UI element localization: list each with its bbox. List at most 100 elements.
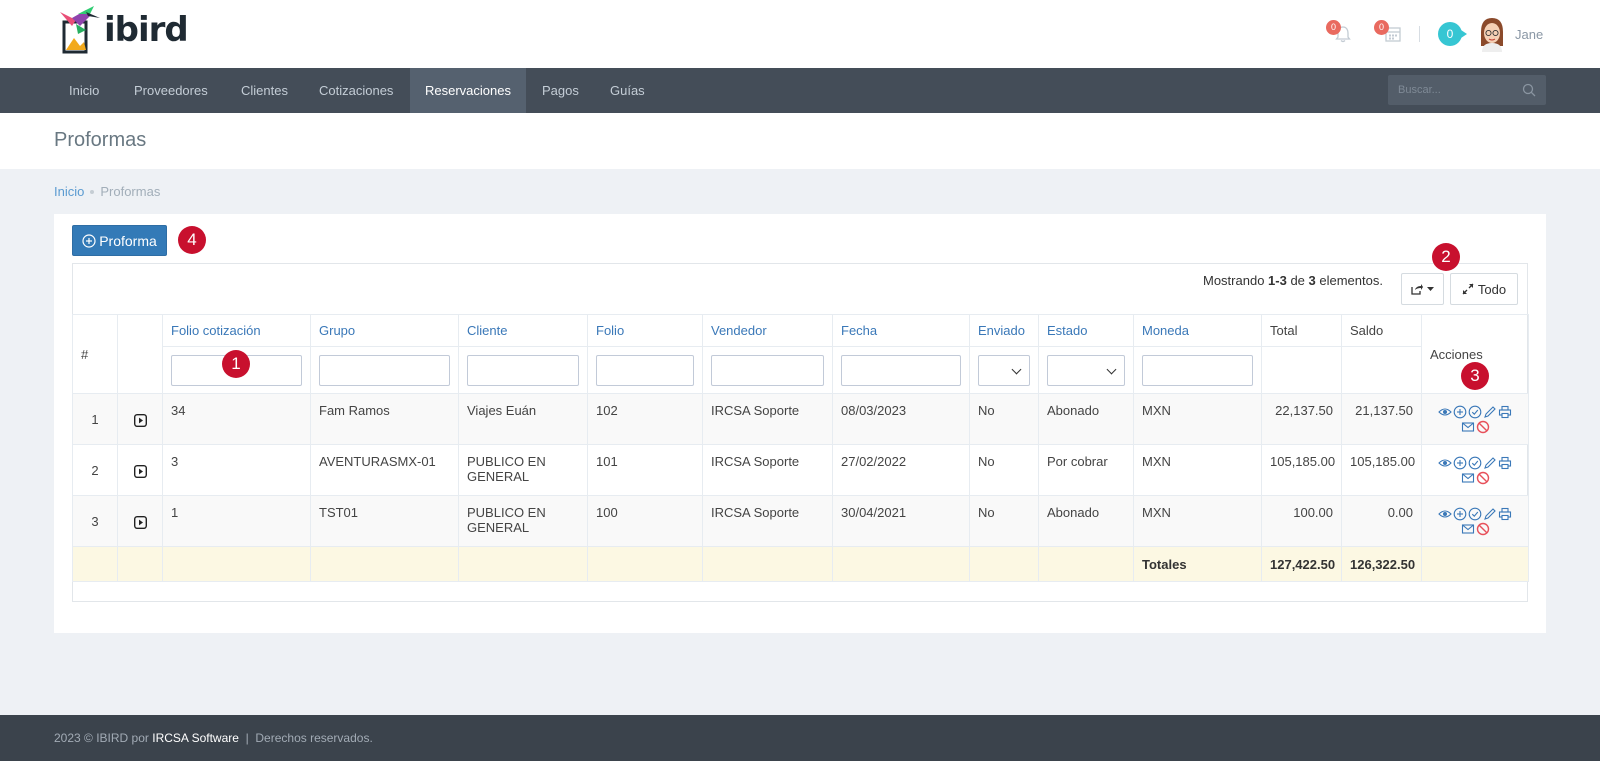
breadcrumb: Inicio Proformas [54, 184, 160, 199]
check-circle-icon[interactable] [1468, 405, 1482, 419]
user-name[interactable]: Jane [1515, 27, 1543, 42]
check-circle-icon[interactable] [1468, 456, 1482, 470]
footer-brand-link[interactable]: IRCSA Software [152, 731, 239, 745]
filter-cell [1133, 346, 1262, 394]
plus-circle-icon[interactable] [1453, 405, 1467, 419]
filter-folio-input[interactable] [596, 354, 694, 386]
col-cliente[interactable]: Cliente [458, 314, 588, 347]
header-row: # Folio cotización Grupo Cliente Folio V… [72, 314, 1529, 394]
col-vendedor[interactable]: Vendedor [702, 314, 833, 347]
totals-saldo: 126,322.50 [1341, 546, 1422, 582]
cell-enviado: No [969, 393, 1039, 445]
totals-cell [832, 546, 970, 582]
messages-badge[interactable]: 0 [1438, 22, 1467, 46]
breadcrumb-inicio[interactable]: Inicio [54, 184, 84, 199]
avatar[interactable] [1477, 16, 1507, 52]
add-proforma-button[interactable]: Proforma [72, 225, 167, 256]
search-icon[interactable] [1522, 83, 1536, 97]
search-input[interactable] [1388, 75, 1508, 105]
totals-cell [587, 546, 703, 582]
col-moneda[interactable]: Moneda [1133, 314, 1262, 347]
pencil-icon[interactable] [1483, 507, 1497, 521]
filter-cliente-input[interactable] [467, 354, 579, 386]
cell-cliente: PUBLICO EN GENERAL [458, 444, 588, 496]
col-grupo[interactable]: Grupo [310, 314, 459, 347]
cell-saldo: 0.00 [1341, 495, 1422, 547]
row-actions [1433, 507, 1517, 536]
filter-cell [1038, 346, 1134, 394]
check-circle-icon[interactable] [1468, 507, 1482, 521]
cell-folio-cot: 34 [162, 393, 311, 445]
eye-icon[interactable] [1438, 507, 1452, 521]
eye-icon[interactable] [1438, 405, 1452, 419]
toggle-all-button[interactable]: Todo [1450, 273, 1518, 305]
plus-circle-icon [82, 233, 96, 248]
expand-row-icon[interactable] [133, 464, 147, 478]
filter-moneda-input[interactable] [1142, 354, 1253, 386]
actions-cell [1421, 495, 1529, 547]
expand-row-icon[interactable] [133, 515, 147, 529]
totals-cell [117, 546, 163, 582]
col-fecha[interactable]: Fecha [832, 314, 970, 347]
page-title-bar: Proformas [0, 113, 1600, 169]
logo[interactable]: ibird [56, 4, 189, 56]
nav-item-inicio[interactable]: Inicio [54, 68, 114, 113]
envelope-icon[interactable] [1461, 420, 1475, 434]
table-row: 2 3 AVENTURASMX-01 PUBLICO EN GENERAL 101 IRC… [72, 444, 1529, 496]
print-icon[interactable] [1498, 507, 1512, 521]
envelope-icon[interactable] [1461, 471, 1475, 485]
totals-cell [1038, 546, 1134, 582]
pencil-icon[interactable] [1483, 405, 1497, 419]
nav-item-reservaciones[interactable]: Reservaciones [410, 68, 526, 113]
nav-item-pagos[interactable]: Pagos [527, 68, 594, 113]
cell-grupo: TST01 [310, 495, 459, 547]
cell-folio: 100 [587, 495, 703, 547]
col-folio[interactable]: Folio [587, 314, 703, 347]
ban-icon[interactable] [1476, 471, 1490, 485]
col-total: Total [1261, 314, 1342, 347]
print-icon[interactable] [1498, 405, 1512, 419]
cell-estado: Por cobrar [1038, 444, 1134, 496]
pencil-icon[interactable] [1483, 456, 1497, 470]
ban-icon[interactable] [1476, 522, 1490, 536]
hummingbird-logo-icon [60, 6, 100, 54]
filter-cell [832, 346, 970, 394]
expand-row-icon[interactable] [133, 413, 147, 427]
col-saldo: Saldo [1341, 314, 1422, 347]
filter-estado-select[interactable] [1047, 354, 1125, 386]
cell-folio-cot: 3 [162, 444, 311, 496]
step-marker-4: 4 [178, 226, 206, 254]
filter-fecha-input[interactable] [841, 354, 961, 386]
nav-item-guias[interactable]: Guías [595, 68, 660, 113]
ban-icon[interactable] [1476, 420, 1490, 434]
cell-saldo: 105,185.00 [1341, 444, 1422, 496]
toggle-all-label: Todo [1477, 281, 1507, 297]
breadcrumb-current: Proformas [100, 184, 161, 199]
filter-grupo-input[interactable] [319, 354, 450, 386]
print-icon[interactable] [1498, 456, 1512, 470]
filter-vendedor-input[interactable] [711, 354, 824, 386]
nav-item-cotizaciones[interactable]: Cotizaciones [304, 68, 408, 113]
export-button[interactable] [1401, 273, 1444, 305]
plus-circle-icon[interactable] [1453, 507, 1467, 521]
filter-cell [458, 346, 588, 394]
top-header: ibird 0 0 0 Jane [0, 0, 1600, 68]
col-estado[interactable]: Estado [1038, 314, 1134, 347]
footer-prefix: 2023 © IBIRD por [54, 731, 153, 745]
cell-moneda: MXN [1133, 444, 1262, 496]
row-number: 3 [72, 495, 118, 547]
add-proforma-label: Proforma [99, 232, 157, 249]
col-enviado[interactable]: Enviado [969, 314, 1039, 347]
plus-circle-icon[interactable] [1453, 456, 1467, 470]
actions-cell [1421, 393, 1529, 445]
col-folio-cotizacion[interactable]: Folio cotización [162, 314, 311, 347]
nav-item-proveedores[interactable]: Proveedores [119, 68, 223, 113]
cell-moneda: MXN [1133, 393, 1262, 445]
eye-icon[interactable] [1438, 456, 1452, 470]
nav-item-clientes[interactable]: Clientes [226, 68, 303, 113]
filter-enviado-select[interactable] [978, 354, 1030, 386]
envelope-icon[interactable] [1461, 522, 1475, 536]
totals-label: Totales [1133, 546, 1262, 582]
filter-cell [702, 346, 833, 394]
filter-cell [1261, 346, 1342, 394]
